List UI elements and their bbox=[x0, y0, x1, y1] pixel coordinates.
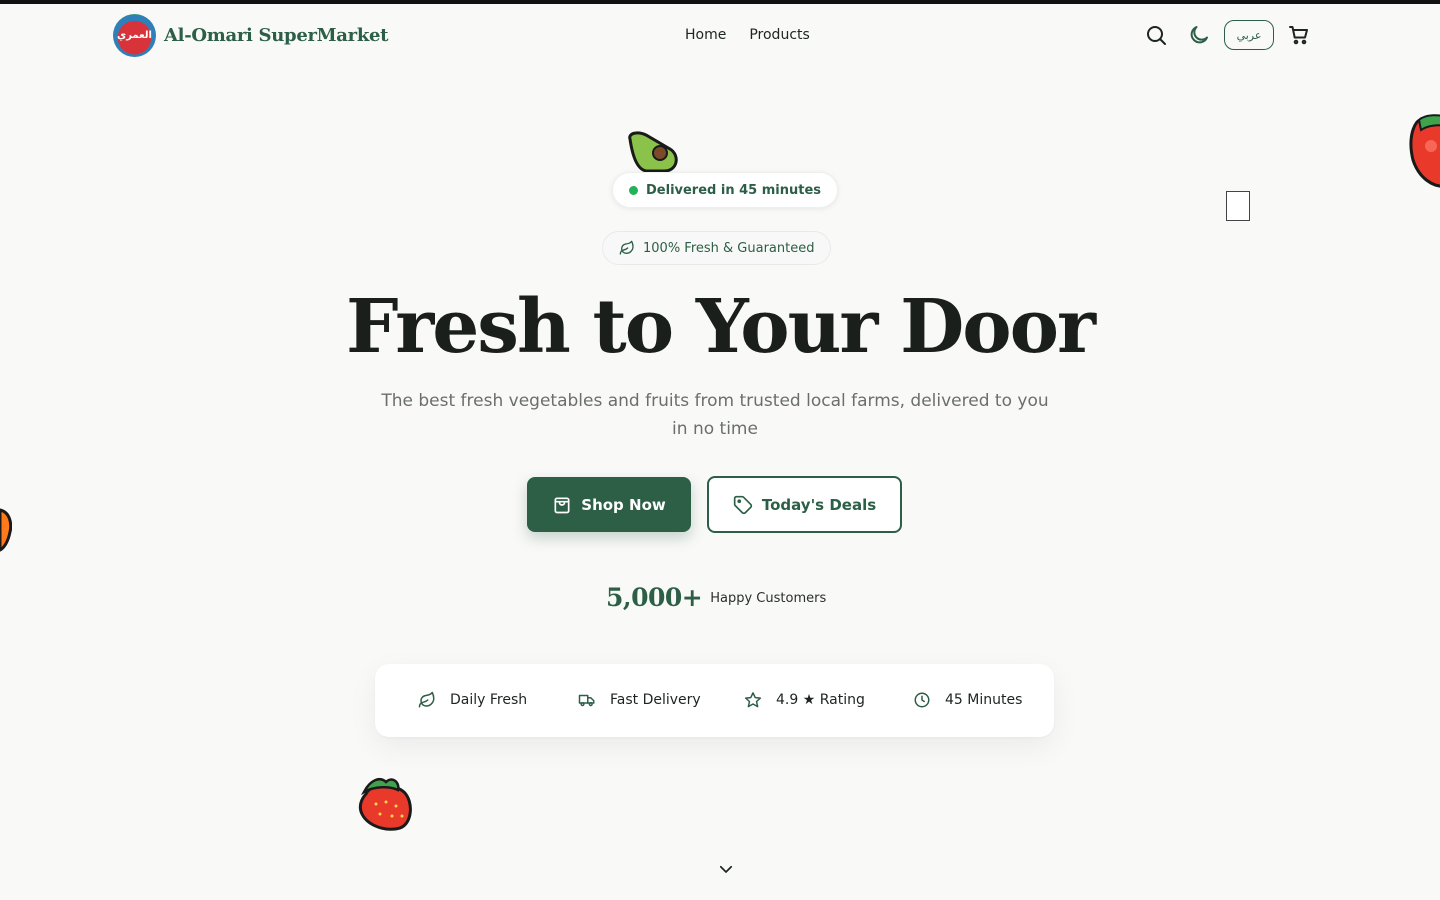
feature-label: 45 Minutes bbox=[945, 692, 1023, 708]
star-icon bbox=[744, 692, 762, 708]
delivery-badge-text: Delivered in 45 minutes bbox=[646, 182, 822, 198]
moon-icon[interactable] bbox=[1187, 23, 1211, 47]
avocado-decoration-icon bbox=[628, 131, 678, 173]
search-icon[interactable] bbox=[1144, 23, 1168, 47]
nav-products-link[interactable]: Products bbox=[749, 27, 809, 43]
clock-icon bbox=[914, 692, 930, 708]
feature-fast-delivery: Fast Delivery bbox=[578, 691, 701, 709]
delivery-badge: Delivered in 45 minutes bbox=[612, 172, 839, 208]
hero-title: Fresh to Your Door bbox=[345, 284, 1096, 370]
feature-label: Daily Fresh bbox=[450, 692, 528, 708]
shop-now-label: Shop Now bbox=[581, 495, 666, 514]
truck-icon bbox=[578, 694, 595, 707]
customers-label: Happy Customers bbox=[710, 591, 827, 606]
cart-icon[interactable] bbox=[1287, 23, 1311, 47]
orange-decoration-icon bbox=[0, 508, 12, 552]
shop-now-button[interactable]: Shop Now bbox=[527, 477, 691, 532]
status-dot bbox=[629, 185, 638, 195]
site-header: العمري Al-Omari SuperMarket Home Product… bbox=[0, 4, 1440, 66]
feature-delivery-time: 45 Minutes bbox=[913, 691, 1022, 709]
pepper-decoration-icon bbox=[1409, 114, 1440, 188]
todays-deals-label: Today's Deals bbox=[761, 495, 877, 514]
leaf-icon bbox=[418, 691, 435, 708]
leaf-icon bbox=[619, 240, 634, 255]
customers-count: 5,000+ bbox=[606, 583, 703, 612]
features-bar: Daily Fresh Fast Delivery 4.9 ★ Rating 4… bbox=[375, 664, 1054, 737]
brand-logo-link[interactable]: العمري Al-Omari SuperMarket bbox=[113, 14, 388, 57]
brand-name: Al-Omari SuperMarket bbox=[164, 25, 389, 46]
language-toggle-button[interactable]: عربي bbox=[1224, 20, 1274, 50]
scroll-down-chevron-icon[interactable] bbox=[717, 860, 735, 878]
fresh-badge: 100% Fresh & Guaranteed bbox=[602, 231, 832, 265]
feature-rating: 4.9 ★ Rating bbox=[744, 691, 865, 709]
tag-icon bbox=[733, 495, 753, 514]
main-nav: Home Products bbox=[685, 27, 810, 43]
shopping-bag-icon bbox=[554, 497, 570, 513]
feature-daily-fresh: Daily Fresh bbox=[418, 691, 527, 709]
feature-label: 4.9 ★ Rating bbox=[776, 692, 865, 708]
customers-stat: 5,000+ Happy Customers bbox=[606, 583, 826, 612]
strawberry-decoration-icon bbox=[358, 778, 412, 831]
feature-label: Fast Delivery bbox=[610, 692, 701, 708]
todays-deals-button[interactable]: Today's Deals bbox=[707, 476, 902, 533]
placeholder-frame bbox=[1226, 191, 1250, 221]
brand-logo: العمري bbox=[113, 14, 156, 57]
hero-subtitle: The best fresh vegetables and fruits fro… bbox=[381, 391, 1049, 439]
nav-home-link[interactable]: Home bbox=[685, 27, 726, 43]
logo-text: العمري bbox=[117, 30, 152, 41]
fresh-badge-text: 100% Fresh & Guaranteed bbox=[643, 240, 815, 256]
